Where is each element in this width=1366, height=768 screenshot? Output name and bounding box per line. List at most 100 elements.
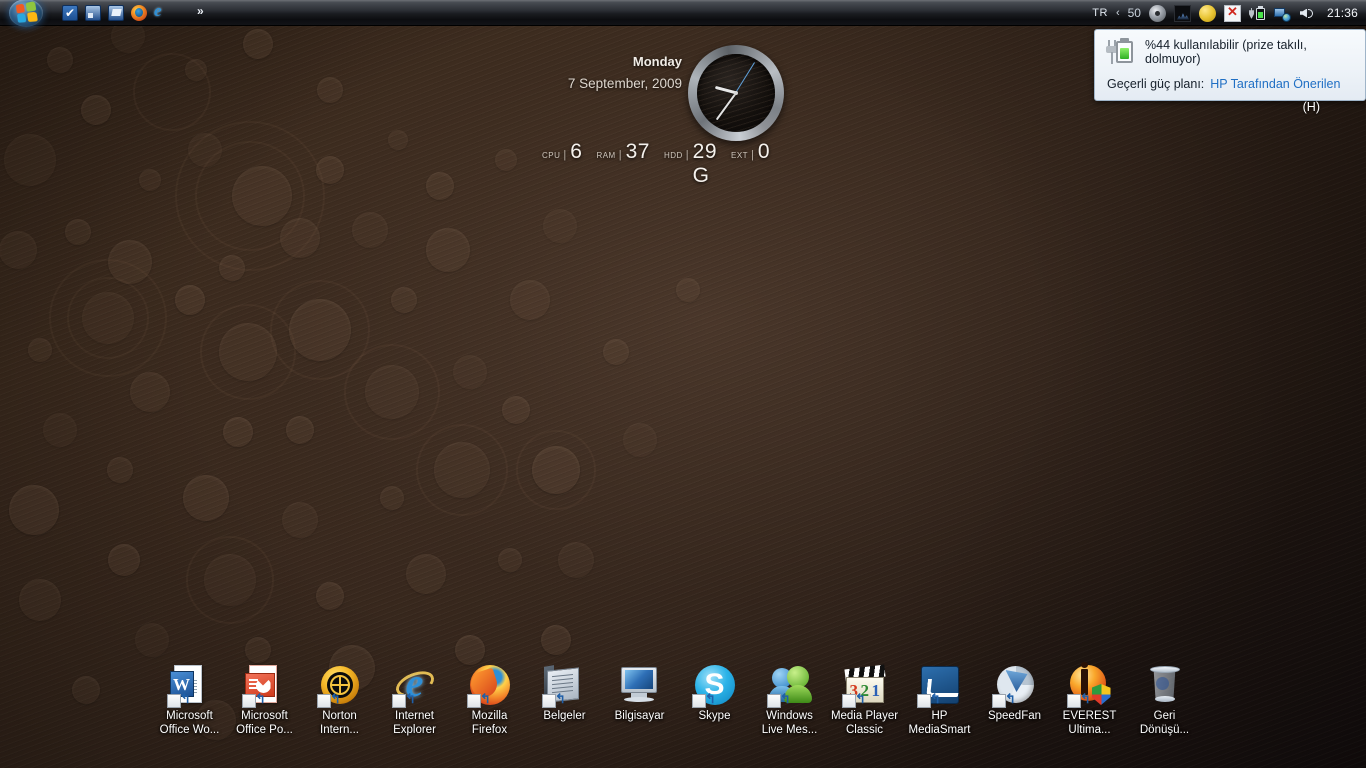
wallpaper-bubble	[453, 355, 487, 389]
desktop-icon-label: Internet Explorer	[393, 710, 436, 736]
wallpaper-bubble	[676, 278, 700, 302]
wallpaper-bubble	[380, 486, 404, 510]
system-tray: TR ‹ 50 21:36	[1092, 0, 1362, 26]
stat-value: 0	[757, 140, 771, 163]
wallpaper-bubble	[243, 29, 273, 59]
wallpaper-bubble	[558, 542, 594, 578]
desktop-icon-windows-live-messenger[interactable]: Windows Live Mes...	[752, 663, 827, 737]
desktop-icon-everest-ultimate[interactable]: EVEREST Ultima...	[1052, 662, 1127, 737]
start-button[interactable]	[1, 0, 53, 30]
volume-icon[interactable]	[1299, 5, 1316, 22]
shortcut-arrow-icon	[1066, 694, 1081, 708]
shortcut-arrow-icon	[691, 694, 706, 708]
desktop-gadget[interactable]: Monday 7 September, 2009 CPU | 6 RAM | 37 HDD |…	[536, 40, 796, 187]
network-icon[interactable]	[1273, 5, 1291, 22]
security-alert-icon[interactable]	[1223, 4, 1241, 22]
power-plan-link[interactable]: HP Tarafından Önerilen	[1210, 77, 1340, 91]
desktop-icon-label: Norton Intern...	[320, 710, 359, 736]
wallpaper-bubble	[107, 457, 133, 483]
battery-icon[interactable]	[1248, 5, 1266, 22]
everest-ultimate-icon	[1066, 662, 1112, 708]
desktop-icon-microsoft-office-powerpoint[interactable]: Microsoft Office Po...	[227, 663, 302, 737]
desktop-icon-label: Belgeler	[543, 710, 586, 722]
internet-explorer-icon: e	[391, 661, 438, 708]
desktop-icon-label: Windows Live Mes...	[761, 710, 818, 736]
audio-meter-icon[interactable]	[1173, 4, 1191, 22]
wallpaper-bubble	[406, 554, 446, 594]
wallpaper-bubble	[316, 582, 344, 610]
stat-separator: |	[618, 149, 622, 161]
shortcut-arrow-icon	[391, 694, 406, 708]
wallpaper-bubble	[19, 579, 61, 621]
firefox-icon[interactable]	[131, 5, 147, 21]
stat-separator: |	[685, 149, 689, 161]
wallpaper-bubble	[245, 637, 271, 663]
skype-icon	[691, 663, 737, 708]
desktop-icon-row: WMicrosoft Office Wo...Microsoft Office …	[152, 661, 1222, 765]
desktop-icon-speedfan[interactable]: SpeedFan	[977, 663, 1052, 724]
wallpaper-bubble	[28, 338, 52, 362]
battery-plugged-icon	[1105, 37, 1135, 67]
show-desktop-icon[interactable]	[85, 5, 101, 21]
wallpaper-bubble	[426, 228, 470, 272]
stat-cpu: CPU | 6	[542, 140, 596, 164]
wallpaper-ring	[186, 536, 274, 624]
stat-value: 6	[570, 140, 583, 163]
windows-logo-icon	[15, 1, 38, 23]
desktop-icon-microsoft-office-word[interactable]: WMicrosoft Office Wo...	[152, 663, 227, 737]
tray-number-badge[interactable]: 50	[1128, 6, 1141, 20]
wallpaper-bubble	[183, 475, 229, 521]
wallpaper-bubble	[391, 287, 417, 313]
wallpaper-bubble	[108, 544, 140, 576]
desktop-icon-label: Geri Dönüşü...	[1139, 710, 1190, 736]
analog-clock-gadget[interactable]	[688, 45, 784, 141]
wallpaper-bubble	[543, 209, 577, 243]
switch-windows-icon[interactable]	[108, 5, 124, 21]
desktop-icon-skype[interactable]: Skype	[677, 663, 752, 724]
internet-explorer-icon[interactable]	[154, 1, 170, 21]
quick-launch-overflow-icon[interactable]: »	[197, 4, 204, 18]
desktop-icon-label: Mozilla Firefox	[471, 710, 508, 736]
wallpaper-bubble	[388, 130, 408, 150]
desktop-icon-bilgisayar[interactable]: Bilgisayar	[602, 663, 677, 724]
shortcut-arrow-icon	[916, 694, 931, 708]
media-player-classic-icon: 321	[841, 663, 887, 708]
disc-icon[interactable]	[1148, 4, 1166, 22]
desktop-icon-norton-internet-security[interactable]: Norton Intern...	[302, 663, 377, 737]
shortcut-arrow-icon	[991, 694, 1006, 708]
belgeler-icon	[541, 663, 587, 708]
norton-internet-security-icon	[316, 663, 362, 708]
wallpaper-bubble	[495, 149, 517, 171]
desktop-icon-mozilla-firefox[interactable]: Mozilla Firefox	[452, 663, 527, 737]
moon-icon[interactable]	[1198, 4, 1216, 22]
taskbar: » TR ‹ 50 21:36	[0, 0, 1366, 27]
check-icon[interactable]	[62, 4, 78, 22]
quick-launch-bar	[62, 1, 170, 24]
language-indicator[interactable]: TR	[1092, 7, 1108, 19]
wallpaper-bubble	[72, 676, 100, 704]
wallpaper-bubble	[510, 280, 550, 320]
shortcut-arrow-icon	[166, 694, 181, 708]
desktop-icon-internet-explorer[interactable]: eInternet Explorer	[377, 661, 452, 737]
wallpaper-ring	[516, 430, 596, 510]
desktop-icon-belgeler[interactable]: Belgeler	[527, 663, 602, 724]
wallpaper-bubble	[43, 413, 77, 447]
wallpaper-bubble	[9, 485, 59, 535]
taskbar-clock[interactable]: 21:36	[1327, 6, 1358, 20]
desktop-icon-recycle-bin[interactable]: Geri Dönüşü...	[1127, 663, 1202, 737]
wallpaper-ring	[416, 424, 508, 516]
stat-value: 37	[625, 140, 650, 163]
wallpaper-bubble	[81, 95, 111, 125]
wallpaper-bubble	[502, 396, 530, 424]
microsoft-office-powerpoint-icon	[241, 663, 287, 708]
desktop-icon-hp-mediasmart[interactable]: HP MediaSmart	[902, 663, 977, 737]
gadget-day-label: Monday	[632, 54, 682, 69]
shortcut-arrow-icon	[841, 694, 856, 708]
wallpaper-ring	[133, 53, 211, 131]
chevron-left-icon[interactable]: ‹	[1116, 7, 1120, 19]
desktop-icon-media-player-classic[interactable]: 321Media Player Classic	[827, 663, 902, 737]
system-stats-gadget[interactable]: CPU | 6 RAM | 37 HDD | 29 G EXT | 0	[542, 140, 782, 187]
speedfan-icon	[991, 663, 1037, 708]
windows-live-messenger-icon	[766, 663, 812, 708]
wallpaper-bubble	[603, 339, 629, 365]
